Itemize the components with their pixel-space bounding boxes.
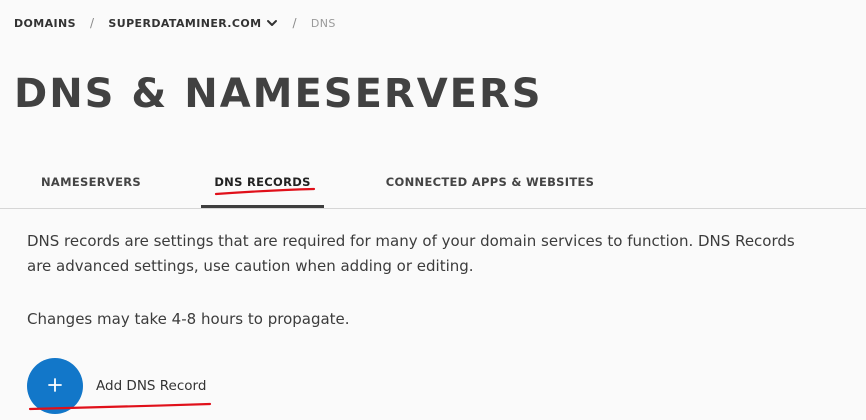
chevron-down-icon[interactable] xyxy=(266,17,278,29)
breadcrumb-domain-link[interactable]: SUPERDATAMINER.COM xyxy=(108,17,261,30)
dns-page: DOMAINS / SUPERDATAMINER.COM / DNS DNS &… xyxy=(0,0,866,420)
breadcrumb-domains-link[interactable]: DOMAINS xyxy=(14,17,76,30)
breadcrumb-separator: / xyxy=(89,16,95,30)
tab-nameservers-label: NAMESERVERS xyxy=(40,175,141,189)
breadcrumb-separator: / xyxy=(292,16,297,30)
active-tab-indicator xyxy=(201,205,324,208)
breadcrumb: DOMAINS / SUPERDATAMINER.COM / DNS xyxy=(14,14,336,32)
breadcrumb-current: DNS xyxy=(310,16,336,30)
tab-connected-apps-label: CONNECTED APPS & WEBSITES xyxy=(385,175,595,189)
propagation-note: Changes may take 4-8 hours to propagate. xyxy=(27,310,350,328)
add-dns-record-button[interactable] xyxy=(27,358,83,414)
tab-bar: NAMESERVERS DNS RECORDS CONNECTED APPS &… xyxy=(0,158,866,209)
tab-connected-apps[interactable]: CONNECTED APPS & WEBSITES xyxy=(372,158,608,206)
tab-dns-records-label: DNS RECORDS xyxy=(214,175,311,189)
tab-dns-records[interactable]: DNS RECORDS xyxy=(201,158,324,208)
tab-nameservers[interactable]: NAMESERVERS xyxy=(24,158,158,206)
dns-description: DNS records are settings that are requir… xyxy=(27,232,795,275)
add-dns-record-label[interactable]: Add DNS Record xyxy=(96,378,206,394)
add-dns-record[interactable]: Add DNS Record xyxy=(27,358,206,414)
plus-icon xyxy=(47,377,63,396)
page-title: DNS & NAMESERVERS xyxy=(14,71,543,117)
